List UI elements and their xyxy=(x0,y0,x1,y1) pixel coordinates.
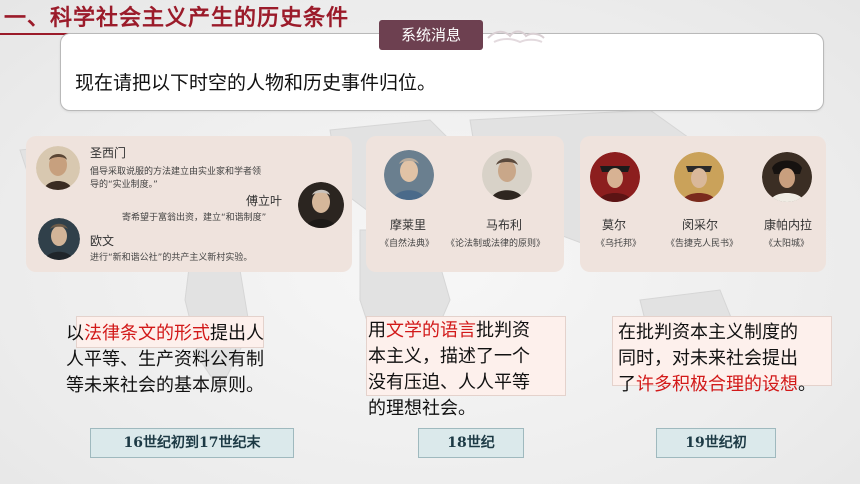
system-message-tag: 系统消息 xyxy=(379,20,483,50)
muenzer-portrait xyxy=(674,152,724,202)
more-book: 《乌托邦》 xyxy=(596,239,642,249)
campanella-book: 《太阳城》 xyxy=(764,239,810,249)
description-law-line2: 人平等、生产资料公有制 xyxy=(66,349,264,370)
description-proposals-line1: 在批判资本主义制度的 xyxy=(618,322,798,343)
description-proposals[interactable]: 在批判资本主义制度的 同时，对未来社会提出 了许多积极合理的设想。 xyxy=(618,320,848,398)
morelly-book: 《自然法典》 xyxy=(380,239,435,249)
system-message-text: 现在请把以下时空的人物和历史事件归位。 xyxy=(75,72,437,94)
saint-simon-name: 圣西门 xyxy=(90,146,127,160)
description-literature-line4: 的理想社会。 xyxy=(368,398,476,419)
description-proposals-line2: 同时，对未来社会提出 xyxy=(618,348,798,369)
more-name: 莫尔 xyxy=(602,218,627,232)
description-law-highlight: 法律条文的形式 xyxy=(84,323,210,344)
campanella-portrait xyxy=(762,152,812,202)
muenzer-name: 闵采尔 xyxy=(682,218,719,232)
more-portrait xyxy=(590,152,640,202)
campanella-name: 康帕内拉 xyxy=(764,218,813,232)
fourier-name: 傅立叶 xyxy=(246,194,283,208)
description-law[interactable]: 以法律条文的形式提出人 人平等、生产资料公有制 等未来社会的基本原则。 xyxy=(66,321,316,399)
morelly-name: 摩莱里 xyxy=(390,218,427,232)
description-literature[interactable]: 用文学的语言批判资 本主义，描述了一个 没有压迫、人人平等 的理想社会。 xyxy=(368,318,568,422)
fourier-desc: 寄希望于富翁出资，建立“和谐制度” xyxy=(122,213,267,223)
era-label-19th-century[interactable]: 19世纪初 xyxy=(656,428,776,458)
era-label-18th-century[interactable]: 18世纪 xyxy=(418,428,524,458)
muenzer-book: 《告捷克人民书》 xyxy=(666,239,739,249)
description-law-line1: 以法律条文的形式提出人 xyxy=(66,323,264,344)
description-literature-line3: 没有压迫、人人平等 xyxy=(368,372,530,393)
section-title: 一、科学社会主义产生的历史条件 xyxy=(4,6,350,31)
owen-desc: 进行“新和谐公社”的共产主义新村实验。 xyxy=(90,253,253,263)
morelly-portrait xyxy=(384,150,434,200)
cloud-ornament-icon xyxy=(487,30,545,44)
fourier-portrait xyxy=(298,182,344,228)
owen-portrait xyxy=(38,218,80,260)
description-literature-highlight: 文学的语言 xyxy=(386,320,476,341)
card-18th-century-thinkers[interactable]: 摩莱里 马布利 《自然法典》 《论法制或法律的原则》 xyxy=(366,136,564,272)
description-proposals-highlight: 许多积极合理的设想 xyxy=(636,374,798,395)
saint-simon-desc-2: 导的“实业制度。” xyxy=(90,180,158,190)
owen-name: 欧文 xyxy=(90,234,115,248)
description-law-line3: 等未来社会的基本原则。 xyxy=(66,375,264,396)
mably-book: 《论法制或法律的原则》 xyxy=(446,239,546,249)
description-proposals-line3: 了许多积极合理的设想。 xyxy=(618,374,816,395)
card-16th-17th-century-thinkers[interactable]: 莫尔 闵采尔 康帕内拉 《乌托邦》 《告捷克人民书》 《太阳城》 xyxy=(580,136,826,272)
card-19th-century-thinkers[interactable]: 圣西门 倡导采取说服的方法建立由实业家和学者领 导的“实业制度。” 傅立叶 寄希… xyxy=(26,136,352,272)
mably-name: 马布利 xyxy=(486,218,523,232)
saint-simon-desc-1: 倡导采取说服的方法建立由实业家和学者领 xyxy=(90,167,262,177)
description-literature-line2: 本主义，描述了一个 xyxy=(368,346,530,367)
description-literature-line1: 用文学的语言批判资 xyxy=(368,320,530,341)
mably-portrait xyxy=(482,150,532,200)
era-label-16th-17th-century[interactable]: 16世纪初到17世纪末 xyxy=(90,428,294,458)
saint-simon-portrait xyxy=(36,146,80,190)
